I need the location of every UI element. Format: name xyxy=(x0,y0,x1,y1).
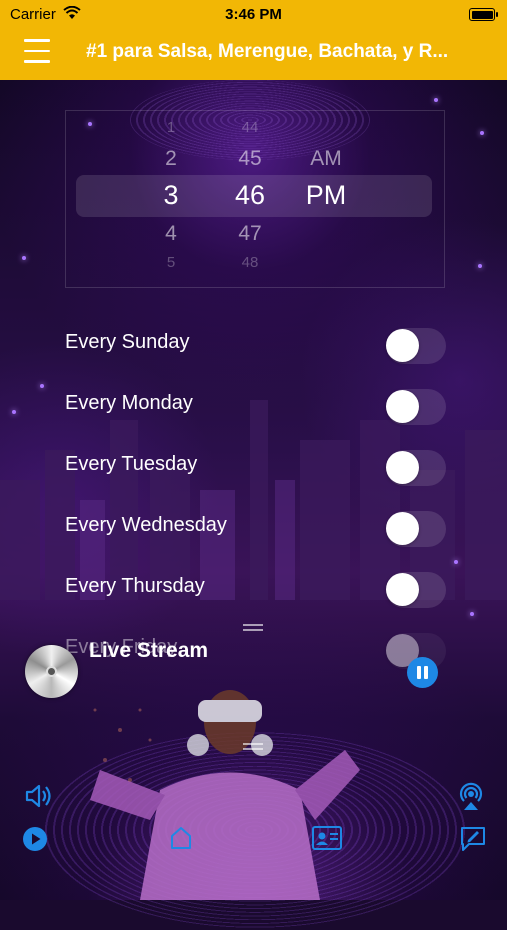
handle-line xyxy=(243,629,263,631)
hour-option[interactable]: 1 xyxy=(151,119,191,136)
pause-button[interactable] xyxy=(407,657,438,688)
play-icon[interactable] xyxy=(22,826,48,852)
navigation-bar: Carrier 3:46 PM #1 para Salsa, Merengue,… xyxy=(0,0,507,80)
sparkle xyxy=(22,256,26,260)
pause-icon xyxy=(417,666,421,679)
status-bar: Carrier 3:46 PM xyxy=(0,0,507,30)
hamburger-icon xyxy=(24,39,50,42)
minute-option[interactable]: 45 xyxy=(226,147,274,171)
contact-card-icon[interactable] xyxy=(311,825,343,851)
minute-option[interactable]: 47 xyxy=(226,222,274,246)
alarm-day-row: Every Tuesday xyxy=(0,450,507,513)
wednesday-toggle[interactable] xyxy=(386,511,446,547)
hour-option[interactable]: 2 xyxy=(151,147,191,171)
toggle-knob xyxy=(386,329,419,362)
airplay-icon[interactable] xyxy=(455,780,487,812)
page-title: #1 para Salsa, Merengue, Bachata, y R... xyxy=(86,41,449,62)
period-wheel[interactable]: AM PM xyxy=(298,111,354,287)
hamburger-line xyxy=(24,49,50,52)
status-time: 3:46 PM xyxy=(225,6,282,23)
handle-line xyxy=(243,624,263,626)
hour-wheel[interactable]: 1 2 3 4 5 xyxy=(151,111,191,287)
alarm-day-row: Every Wednesday xyxy=(0,511,507,574)
handle-line xyxy=(243,748,263,750)
day-label: Every Thursday xyxy=(65,575,205,597)
sparkle xyxy=(480,131,484,135)
period-option[interactable]: AM xyxy=(298,147,354,171)
player-title: Live Stream xyxy=(89,639,209,662)
player-drag-handle[interactable] xyxy=(243,624,263,632)
hour-option[interactable]: 4 xyxy=(151,222,191,246)
handle-line xyxy=(243,743,263,745)
pause-bar xyxy=(424,666,428,679)
alarm-day-row: Every Sunday xyxy=(0,328,507,391)
listener-photo xyxy=(90,690,360,900)
sunday-toggle[interactable] xyxy=(386,328,446,364)
minute-wheel[interactable]: 44 45 46 47 48 xyxy=(226,111,274,287)
minute-option[interactable]: 44 xyxy=(226,119,274,136)
hour-option[interactable]: 5 xyxy=(151,254,191,271)
home-icon[interactable] xyxy=(168,824,194,852)
battery-icon xyxy=(469,8,498,21)
day-label: Every Wednesday xyxy=(65,514,227,536)
toggle-knob xyxy=(386,512,419,545)
day-label: Every Tuesday xyxy=(65,453,198,475)
cd-artwork-icon xyxy=(25,645,78,698)
day-label: Every Monday xyxy=(65,392,193,414)
thursday-toggle[interactable] xyxy=(386,572,446,608)
time-picker[interactable]: 1 2 3 4 5 44 45 46 47 48 AM PM xyxy=(65,110,445,288)
toggle-knob xyxy=(386,573,419,606)
day-label: Every Sunday xyxy=(65,331,190,353)
hour-option-selected[interactable]: 3 xyxy=(151,180,191,211)
toggle-knob xyxy=(386,390,419,423)
minute-option[interactable]: 48 xyxy=(226,254,274,271)
panel-drag-handle[interactable] xyxy=(243,743,263,751)
tuesday-toggle[interactable] xyxy=(386,450,446,486)
sparkle xyxy=(434,98,438,102)
minute-option-selected[interactable]: 46 xyxy=(226,180,274,211)
menu-button[interactable] xyxy=(24,39,50,65)
compose-icon[interactable] xyxy=(458,824,488,852)
monday-toggle[interactable] xyxy=(386,389,446,425)
period-option-selected[interactable]: PM xyxy=(298,180,354,211)
sparkle xyxy=(478,264,482,268)
alarm-day-row: Every Monday xyxy=(0,389,507,452)
hamburger-line xyxy=(24,60,50,63)
toggle-knob xyxy=(386,451,419,484)
volume-icon[interactable] xyxy=(23,781,53,811)
